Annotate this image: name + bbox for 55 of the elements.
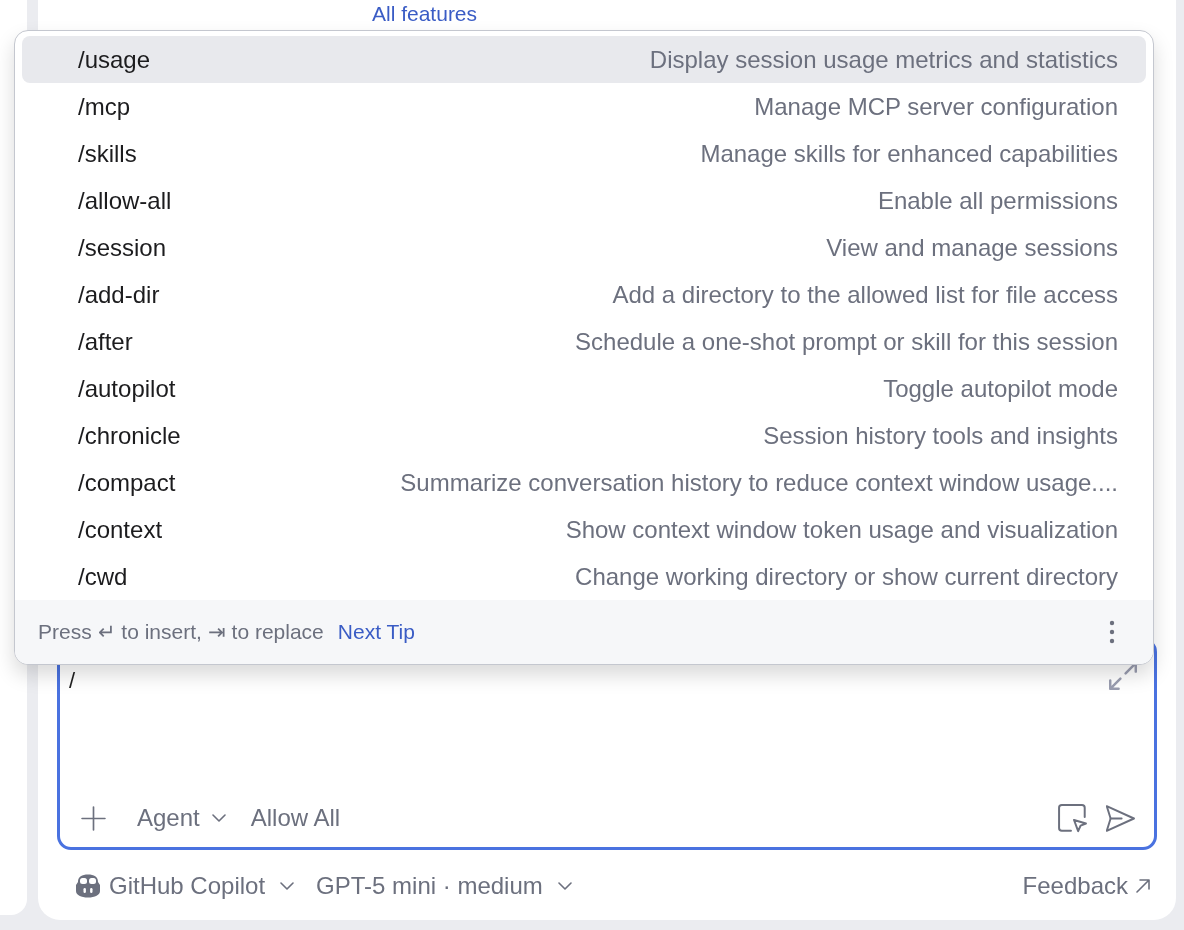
command-menu-item[interactable]: /mcp Manage MCP server configuration: [22, 83, 1146, 130]
command-description: Schedule a one-shot prompt or skill for this session: [575, 326, 1118, 357]
command-description: Manage MCP server configuration: [754, 91, 1118, 122]
command-menu-item[interactable]: /cwd Change working directory or show current directory: [22, 553, 1146, 600]
command-name: /chronicle: [78, 420, 181, 451]
command-name: /after: [78, 326, 133, 357]
command-name: /mcp: [78, 91, 130, 122]
command-description: Change working directory or show current directory: [575, 561, 1118, 592]
command-menu-item[interactable]: /skills Manage skills for enhanced capabilities: [22, 130, 1146, 177]
command-name: /add-dir: [78, 279, 160, 310]
chevron-down-icon: [211, 814, 226, 822]
chevron-down-icon: [280, 882, 295, 890]
command-name: /allow-all: [78, 185, 172, 216]
permissions-button[interactable]: Allow All: [250, 803, 341, 833]
command-name: /context: [78, 514, 163, 545]
hint-text: Press ↵ to insert, ⇥ to replace: [38, 619, 324, 645]
command-menu-item[interactable]: /add-dir Add a directory to the allowed list for file access: [22, 271, 1146, 318]
command-description: Display session usage metrics and statistics: [649, 44, 1118, 75]
command-menu-item[interactable]: /allow-all Enable all permissions: [22, 177, 1146, 224]
command-description: View and manage sessions: [826, 232, 1118, 263]
command-name: /compact: [78, 467, 176, 498]
command-description: Session history tools and insights: [763, 420, 1118, 451]
command-menu-item[interactable]: /autopilot Toggle autopilot mode: [22, 365, 1146, 412]
mode-dropdown[interactable]: Agent: [137, 803, 226, 833]
model-dropdown[interactable]: GPT-5 mini · medium: [316, 871, 572, 901]
command-description: Show context window token usage and visualization: [565, 514, 1118, 545]
robot-face-icon: [74, 873, 102, 899]
command-description: Summarize conversation history to reduce context window usage....: [400, 467, 1118, 498]
expand-icon[interactable]: [1109, 662, 1137, 690]
command-description: Toggle autopilot mode: [883, 373, 1118, 404]
command-description: Enable all permissions: [877, 185, 1118, 216]
feedback-link[interactable]: Feedback: [1022, 871, 1150, 901]
provider-dropdown[interactable]: GitHub Copilot: [109, 871, 295, 901]
more-options-icon[interactable]: [1109, 620, 1115, 644]
command-menu-item[interactable]: /after Schedule a one-shot prompt or skill for this session: [22, 318, 1146, 365]
chevron-down-icon: [557, 882, 572, 890]
command-name: /cwd: [78, 561, 128, 592]
all-features-link[interactable]: All features: [372, 2, 478, 25]
prompt-input[interactable]: /: [69, 662, 1109, 772]
plus-icon[interactable]: [81, 805, 106, 831]
command-name: /usage: [78, 44, 151, 75]
command-menu-item[interactable]: /compact Summarize conversation history to reduce context window usage....: [22, 459, 1146, 506]
command-menu-item[interactable]: /chronicle Session history tools and insights: [22, 412, 1146, 459]
command-name: /session: [78, 232, 167, 263]
command-name: /skills: [78, 138, 137, 169]
command-menu-item[interactable]: /usage Display session usage metrics and statistics: [22, 36, 1146, 83]
send-icon[interactable]: [1106, 804, 1135, 832]
command-name: /autopilot: [78, 373, 176, 404]
command-menu-item[interactable]: /session View and manage sessions: [22, 224, 1146, 271]
select-element-icon[interactable]: [1058, 803, 1087, 833]
arrow-up-right-icon: [1136, 879, 1150, 893]
command-menu-item[interactable]: /context Show context window token usage and visualization: [22, 506, 1146, 553]
command-description: Manage skills for enhanced capabilities: [700, 138, 1118, 169]
command-description: Add a directory to the allowed list for file access: [612, 279, 1118, 310]
next-tip-link[interactable]: Next Tip: [337, 618, 415, 646]
